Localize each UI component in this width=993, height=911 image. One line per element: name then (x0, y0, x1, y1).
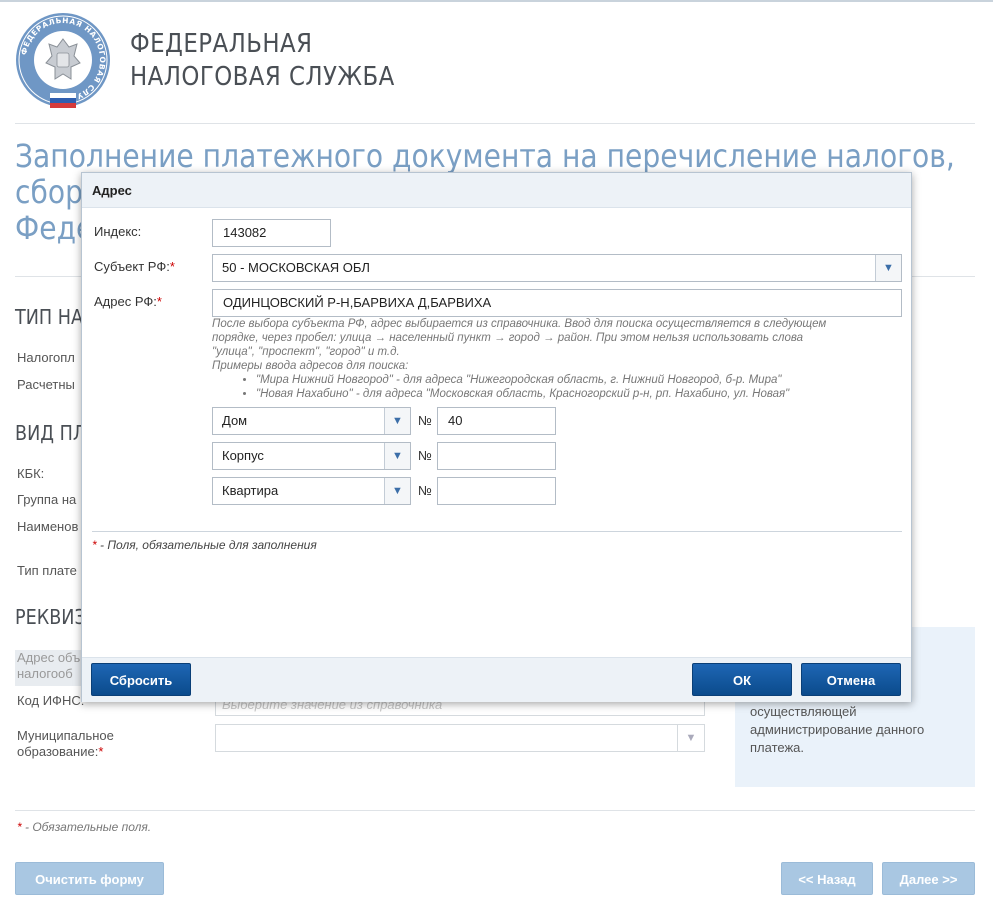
hint-example: "Новая Нахабино" - для адреса "Московска… (256, 387, 902, 401)
building-number-input[interactable] (437, 442, 556, 470)
address-label: Адрес РФ:* (94, 294, 162, 309)
chevron-down-icon[interactable]: ▼ (384, 408, 410, 434)
label-municipal-line1: Муниципальное (17, 728, 114, 743)
footer-divider (15, 810, 975, 811)
building-number-label: № (418, 448, 432, 463)
dialog-footer: Сбросить ОК Отмена (82, 657, 911, 702)
footnote-text: - Обязательные поля. (21, 820, 152, 834)
label-payment-type: Тип плате (17, 563, 77, 578)
dialog-divider (92, 531, 902, 532)
next-button[interactable]: Далее >> (882, 862, 975, 895)
section-requisites-heading: РЕКВИЗ (15, 605, 86, 629)
cancel-button[interactable]: Отмена (801, 663, 901, 696)
label-name: Наименов (17, 519, 79, 534)
label-municipal: Муниципальное образование:* (17, 728, 114, 760)
hint-line: Примеры ввода адресов для поиска: (212, 360, 409, 372)
label-municipal-line2: образование: (17, 744, 99, 759)
municipal-select[interactable]: ▼ (215, 724, 705, 752)
apartment-number-label: № (418, 483, 432, 498)
required-fields-footnote: * - Обязательные поля. (17, 820, 151, 834)
subject-select[interactable]: 50 - МОСКОВСКАЯ ОБЛ ▼ (212, 254, 902, 282)
org-name-line2: НАЛОГОВАЯ СЛУЖБА (130, 62, 395, 92)
chevron-down-icon[interactable]: ▼ (875, 255, 901, 281)
address-object-line1: Адрес объ (17, 650, 81, 665)
reset-button[interactable]: Сбросить (91, 663, 191, 696)
ok-button[interactable]: ОК (692, 663, 792, 696)
apartment-number-input[interactable] (437, 477, 556, 505)
house-number-input[interactable]: 40 (437, 407, 556, 435)
address-dialog: Адрес Индекс: 143082 Субъект РФ:* 50 - М… (81, 172, 912, 702)
back-button[interactable]: << Назад (781, 862, 873, 895)
index-input[interactable]: 143082 (212, 219, 331, 247)
address-input[interactable]: ОДИНЦОВСКИЙ Р-Н,БАРВИХА Д,БАРВИХА (212, 289, 902, 317)
required-asterisk: * (156, 294, 162, 309)
hint-line: После выбора субъекта РФ, адрес выбирает… (212, 318, 827, 330)
top-border (0, 0, 993, 2)
organization-name: ФЕДЕРАЛЬНАЯ НАЛОГОВАЯ СЛУЖБА (130, 28, 395, 94)
header-divider (15, 123, 975, 124)
chevron-down-icon[interactable]: ▼ (384, 443, 410, 469)
required-asterisk: * (169, 259, 175, 274)
dialog-header: Адрес (82, 173, 911, 208)
building-type-select[interactable]: Корпус ▼ (212, 442, 411, 470)
hint-example: "Мира Нижний Новгород" - для адреса "Ниж… (256, 373, 902, 387)
required-asterisk: * (98, 744, 104, 759)
clear-form-button[interactable]: Очистить форму (15, 862, 164, 895)
page-title-line1: Заполнение платежного документа на переч… (15, 137, 955, 175)
address-object-line2: налогооб (17, 666, 73, 681)
label-settlement: Расчетны (17, 377, 75, 392)
apartment-type-select[interactable]: Квартира ▼ (212, 477, 411, 505)
label-payer: Налогопл (17, 350, 75, 365)
dialog-title: Адрес (92, 183, 132, 198)
building-type-value: Корпус (222, 448, 264, 463)
label-ifns: Код ИФНС: (17, 693, 85, 708)
address-search-hint: После выбора субъекта РФ, адрес выбирает… (212, 317, 902, 401)
required-fields-note: * - Поля, обязательные для заполнения (92, 538, 317, 552)
org-name-line1: ФЕДЕРАЛЬНАЯ (130, 29, 313, 59)
chevron-down-icon[interactable]: ▼ (384, 478, 410, 504)
subject-label: Субъект РФ:* (94, 259, 175, 274)
chevron-down-icon[interactable]: ▼ (677, 725, 704, 751)
address-object-label: Адрес объ налогооб (15, 650, 85, 686)
hint-line: порядке, через пробел: улица → населенны… (212, 332, 803, 344)
label-group: Группа на (17, 492, 77, 507)
house-type-value: Дом (222, 413, 248, 428)
house-type-select[interactable]: Дом ▼ (212, 407, 411, 435)
hint-examples: "Мира Нижний Новгород" - для адреса "Ниж… (256, 373, 902, 401)
fns-emblem-logo[interactable]: ФЕДЕРАЛЬНАЯ НАЛОГОВАЯ СЛУЖБА (14, 11, 112, 109)
house-number-label: № (418, 413, 432, 428)
required-note-text: - Поля, обязательные для заполнения (96, 538, 317, 552)
info-panel-text: осуществляющей администрирование данного… (750, 704, 925, 755)
subject-select-value: 50 - МОСКОВСКАЯ ОБЛ (222, 260, 370, 275)
index-label: Индекс: (94, 224, 142, 239)
address-label-text: Адрес РФ: (94, 294, 157, 309)
hint-line: "улица", "проспект", "город" и т.д. (212, 346, 400, 358)
subject-label-text: Субъект РФ: (94, 259, 170, 274)
label-kbk: КБК: (17, 466, 45, 481)
apartment-type-value: Квартира (222, 483, 279, 498)
